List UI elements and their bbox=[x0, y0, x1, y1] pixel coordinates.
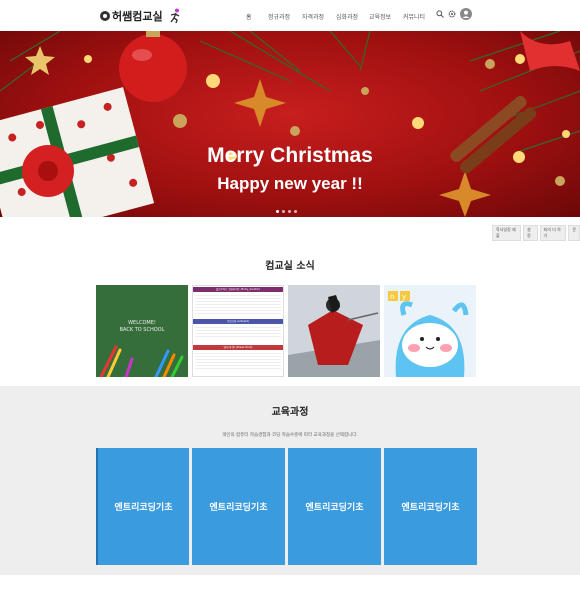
table-rows-2 bbox=[195, 325, 281, 339]
news-gallery: WELCOME! BACK TO SCHOOL 플로우차트 컴퓨터비트 (Ent… bbox=[96, 285, 476, 377]
table-header-3: 멀티미디어 (Power Point) bbox=[193, 345, 283, 350]
chalk-text-welcome: WELCOME! bbox=[128, 320, 156, 326]
site-logo[interactable]: 허쌤컴교실 bbox=[100, 8, 182, 24]
course-card-label: 엔트리코딩기초 bbox=[401, 503, 460, 513]
logo-text: 허쌤컴교실 bbox=[112, 10, 163, 23]
table-rows-3 bbox=[195, 351, 281, 369]
gear-icon[interactable] bbox=[448, 10, 456, 18]
quick-link-2[interactable]: 설정 bbox=[522, 225, 538, 241]
nav-home[interactable]: 홈 bbox=[246, 12, 268, 21]
curriculum-section-title: 교육과정 bbox=[271, 407, 309, 418]
course-card-3[interactable]: 엔트리코딩기초 bbox=[288, 448, 381, 565]
character-image: n y bbox=[384, 285, 476, 377]
hero-banner: Merry Christmas Happy new year !! bbox=[0, 31, 580, 217]
table-header-1: 플로우차트 컴퓨터비트 (Entry_Scratch) bbox=[193, 287, 283, 292]
course-card-label: 엔트리코딩기초 bbox=[114, 503, 173, 513]
search-icon[interactable] bbox=[436, 10, 444, 18]
table-rows-1 bbox=[195, 293, 281, 315]
user-avatar-icon[interactable] bbox=[460, 8, 472, 20]
quick-link-4[interactable]: 문 bbox=[568, 225, 580, 241]
carousel-dot-4[interactable] bbox=[294, 210, 297, 213]
movie-poster-image bbox=[288, 285, 380, 377]
course-card-label: 엔트리코딩기초 bbox=[305, 503, 364, 513]
carousel-dot-3[interactable] bbox=[288, 210, 291, 213]
carousel-dot-2[interactable] bbox=[282, 210, 285, 213]
quick-links-bar: 학사일정 제출 설정 회의 더 하기 문 bbox=[492, 225, 580, 241]
quick-link-3[interactable]: 회의 더 하기 bbox=[539, 225, 567, 241]
table-header-2: 로봇코딩 (Ardubot) bbox=[193, 319, 283, 324]
svg-text:n: n bbox=[390, 293, 394, 301]
hero-subtitle: Happy new year !! bbox=[217, 174, 363, 193]
news-card-curriculum-table[interactable]: 플로우차트 컴퓨터비트 (Entry_Scratch) 로봇코딩 (Ardubo… bbox=[192, 285, 284, 377]
top-bar: 허쌤컴교실 홈 정규과정 자격과정 심화과정 교육정보 커뮤니티 bbox=[0, 0, 580, 31]
hero-title: Merry Christmas bbox=[207, 144, 373, 167]
nav-advanced[interactable]: 심화과정 bbox=[336, 12, 369, 21]
curriculum-description: 개인의 컴퓨터 학습경험과 코딩 학습수준에 따라 교육과정을 선택합니다. bbox=[222, 433, 358, 438]
header-icons bbox=[436, 8, 472, 20]
carousel-dot-1[interactable] bbox=[276, 210, 279, 213]
quick-link-1[interactable]: 학사일정 제출 bbox=[492, 225, 521, 241]
news-card-back-to-school[interactable]: WELCOME! BACK TO SCHOOL bbox=[96, 285, 188, 377]
course-card-1[interactable]: 엔트리코딩기초 bbox=[96, 448, 189, 565]
news-card-movie[interactable] bbox=[288, 285, 380, 377]
carousel-dots bbox=[276, 210, 297, 213]
course-list: 엔트리코딩기초 엔트리코딩기초 엔트리코딩기초 엔트리코딩기초 bbox=[96, 448, 477, 565]
nav-regular[interactable]: 정규과정 bbox=[268, 12, 302, 21]
nav-certificate[interactable]: 자격과정 bbox=[302, 12, 336, 21]
course-card-2[interactable]: 엔트리코딩기초 bbox=[192, 448, 285, 565]
logo-mark-icon bbox=[100, 11, 110, 21]
runner-icon bbox=[170, 8, 179, 24]
nav-edu-info[interactable]: 교육정보 bbox=[369, 12, 403, 21]
course-card-4[interactable]: 엔트리코딩기초 bbox=[384, 448, 477, 565]
chalk-text-back-to-school: BACK TO SCHOOL bbox=[119, 327, 165, 333]
news-card-character[interactable]: n y bbox=[384, 285, 476, 377]
svg-text:y: y bbox=[402, 293, 406, 301]
course-card-label: 엔트리코딩기초 bbox=[209, 503, 268, 513]
nav-community[interactable]: 커뮤니티 bbox=[403, 12, 433, 21]
main-nav: 홈 정규과정 자격과정 심화과정 교육정보 커뮤니티 bbox=[246, 12, 433, 21]
news-section-title: 컴교실 소식 bbox=[265, 261, 315, 272]
